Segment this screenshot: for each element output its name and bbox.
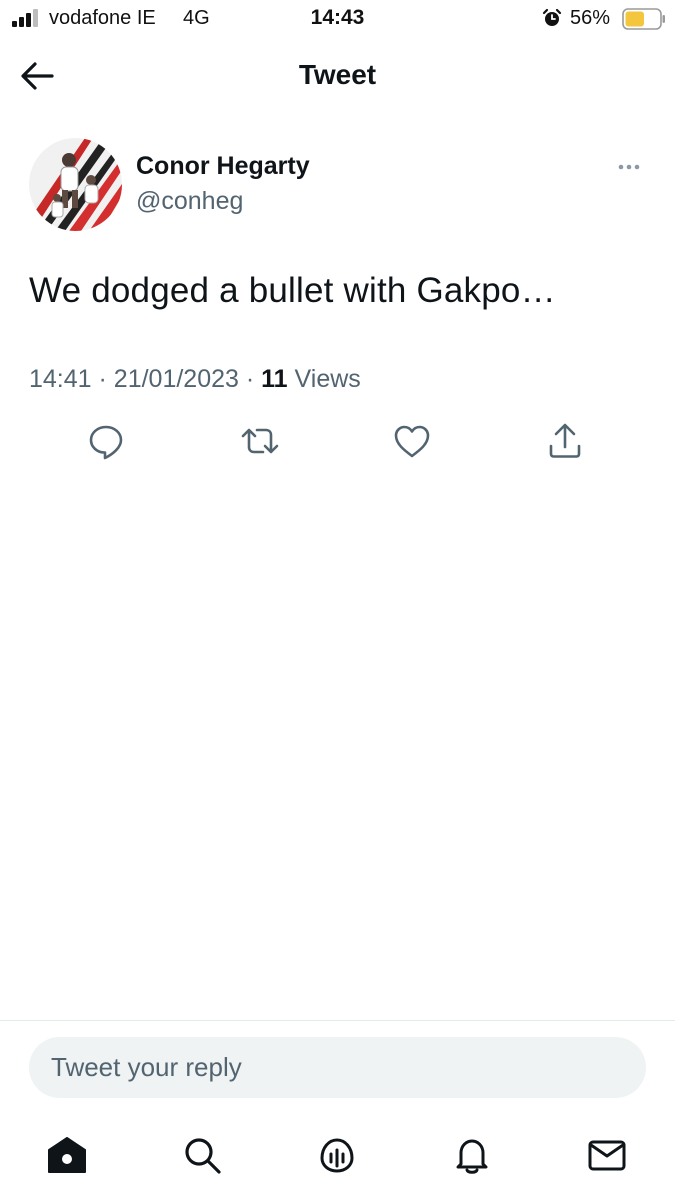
battery-percent: 56% xyxy=(570,7,611,29)
meta-separator: · xyxy=(98,365,107,393)
views-label: Views xyxy=(294,365,361,393)
more-horizontal-icon[interactable] xyxy=(612,155,646,179)
battery-icon xyxy=(622,8,665,30)
search-icon[interactable] xyxy=(181,1134,223,1176)
share-icon[interactable] xyxy=(545,421,585,461)
tweet-meta: 14:41 · 21/01/2023 · 11 Views xyxy=(29,365,361,394)
author-display-name[interactable]: Conor Hegarty xyxy=(136,152,310,181)
reply-icon[interactable] xyxy=(86,421,126,461)
reply-input[interactable] xyxy=(29,1037,646,1098)
tweet-date[interactable]: 21/01/2023 xyxy=(114,365,239,393)
tweet-time[interactable]: 14:41 xyxy=(29,365,92,393)
like-icon[interactable] xyxy=(392,421,432,461)
notifications-icon[interactable] xyxy=(451,1134,493,1176)
spaces-icon[interactable] xyxy=(316,1134,358,1176)
page-title: Tweet xyxy=(298,59,377,90)
avatar[interactable] xyxy=(29,138,122,231)
alarm-icon xyxy=(542,8,562,26)
tweet-text: We dodged a bullet with Gakpo… xyxy=(29,271,556,310)
messages-icon[interactable] xyxy=(586,1134,628,1176)
divider xyxy=(0,1020,675,1021)
views-count: 11 xyxy=(261,365,288,393)
home-icon[interactable] xyxy=(46,1134,88,1176)
meta-separator: · xyxy=(245,365,255,393)
status-bar: vodafone IE 4G 14:43 56% xyxy=(0,0,675,38)
retweet-icon[interactable] xyxy=(240,421,280,461)
author-handle[interactable]: @conheg xyxy=(136,187,243,216)
